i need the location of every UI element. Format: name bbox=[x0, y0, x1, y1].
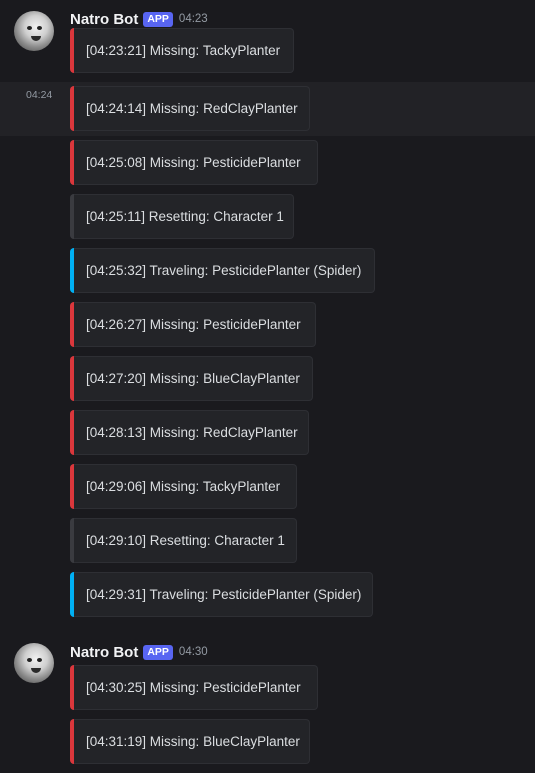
embed: [04:29:06] Missing: TackyPlanter bbox=[70, 464, 297, 509]
embed-accent-bar bbox=[70, 410, 74, 455]
embed-text: [04:24:14] Missing: RedClayPlanter bbox=[86, 101, 298, 116]
username[interactable]: Natro Bot bbox=[70, 644, 138, 661]
message-row[interactable]: [04:26:27] Missing: PesticidePlanter bbox=[0, 302, 535, 356]
embed-accent-bar bbox=[70, 194, 74, 239]
message-row[interactable]: [04:25:08] Missing: PesticidePlanter bbox=[0, 140, 535, 194]
embed-text: [04:25:08] Missing: PesticidePlanter bbox=[86, 155, 301, 170]
embed-accent-bar bbox=[70, 665, 74, 710]
message-header: Natro Bot APP 04:23 bbox=[70, 9, 208, 29]
embed-accent-bar bbox=[70, 28, 74, 73]
embed-text: [04:30:25] Missing: PesticidePlanter bbox=[86, 680, 301, 695]
embed-text: [04:31:19] Missing: BlueClayPlanter bbox=[86, 734, 300, 749]
embed: [04:31:19] Missing: BlueClayPlanter bbox=[70, 719, 310, 764]
message-timestamp[interactable]: 04:30 bbox=[179, 646, 208, 658]
embed: [04:29:31] Traveling: PesticidePlanter (… bbox=[70, 572, 373, 617]
message-row[interactable]: 04:24 [04:24:14] Missing: RedClayPlanter bbox=[0, 82, 535, 136]
message-row[interactable]: [04:25:11] Resetting: Character 1 bbox=[0, 194, 535, 248]
username[interactable]: Natro Bot bbox=[70, 11, 138, 28]
embed: [04:25:08] Missing: PesticidePlanter bbox=[70, 140, 318, 185]
message-row[interactable]: [04:25:32] Traveling: PesticidePlanter (… bbox=[0, 248, 535, 302]
message-row[interactable]: [04:27:20] Missing: BlueClayPlanter bbox=[0, 356, 535, 410]
embed: [04:26:27] Missing: PesticidePlanter bbox=[70, 302, 316, 347]
embed-accent-bar bbox=[70, 719, 74, 764]
embed-text: [04:29:31] Traveling: PesticidePlanter (… bbox=[86, 587, 362, 602]
embed-accent-bar bbox=[70, 356, 74, 401]
embed-accent-bar bbox=[70, 464, 74, 509]
embed-accent-bar bbox=[70, 140, 74, 185]
embed-accent-bar bbox=[70, 86, 74, 131]
message-row[interactable]: [04:29:10] Resetting: Character 1 bbox=[0, 518, 535, 572]
embed-accent-bar bbox=[70, 302, 74, 347]
message-row[interactable]: [04:28:13] Missing: RedClayPlanter bbox=[0, 410, 535, 464]
message-row[interactable]: [04:23:21] Missing: TackyPlanter bbox=[0, 28, 535, 82]
app-badge: APP bbox=[143, 644, 173, 660]
embed-text: [04:25:11] Resetting: Character 1 bbox=[86, 209, 284, 224]
embed-text: [04:28:13] Missing: RedClayPlanter bbox=[86, 425, 298, 440]
embed: [04:29:10] Resetting: Character 1 bbox=[70, 518, 297, 563]
embed-text: [04:25:32] Traveling: PesticidePlanter (… bbox=[86, 263, 362, 278]
embed: [04:23:21] Missing: TackyPlanter bbox=[70, 28, 294, 73]
avatar-eye-icon bbox=[27, 658, 32, 662]
embed: [04:25:32] Traveling: PesticidePlanter (… bbox=[70, 248, 375, 293]
message-row[interactable]: [04:31:19] Missing: BlueClayPlanter bbox=[0, 719, 535, 773]
embed-accent-bar bbox=[70, 248, 74, 293]
embed: [04:24:14] Missing: RedClayPlanter bbox=[70, 86, 310, 131]
embed: [04:28:13] Missing: RedClayPlanter bbox=[70, 410, 309, 455]
message-row[interactable]: [04:29:06] Missing: TackyPlanter bbox=[0, 464, 535, 518]
message-header: Natro Bot APP 04:30 bbox=[70, 642, 208, 662]
avatar-eye-icon bbox=[37, 658, 42, 662]
hover-timestamp[interactable]: 04:24 bbox=[26, 89, 52, 101]
message-row[interactable]: [04:29:31] Traveling: PesticidePlanter (… bbox=[0, 572, 535, 626]
embed-accent-bar bbox=[70, 572, 74, 617]
embed-text: [04:27:20] Missing: BlueClayPlanter bbox=[86, 371, 300, 386]
embed: [04:27:20] Missing: BlueClayPlanter bbox=[70, 356, 313, 401]
app-badge: APP bbox=[143, 11, 173, 27]
embed-text: [04:29:10] Resetting: Character 1 bbox=[86, 533, 285, 548]
embed: [04:25:11] Resetting: Character 1 bbox=[70, 194, 294, 239]
embed-accent-bar bbox=[70, 518, 74, 563]
embed-text: [04:26:27] Missing: PesticidePlanter bbox=[86, 317, 301, 332]
embed-text: [04:29:06] Missing: TackyPlanter bbox=[86, 479, 281, 494]
embed: [04:30:25] Missing: PesticidePlanter bbox=[70, 665, 318, 710]
message-row[interactable]: [04:30:25] Missing: PesticidePlanter bbox=[0, 665, 535, 719]
embed-text: [04:23:21] Missing: TackyPlanter bbox=[86, 43, 281, 58]
message-timestamp[interactable]: 04:23 bbox=[179, 13, 208, 25]
